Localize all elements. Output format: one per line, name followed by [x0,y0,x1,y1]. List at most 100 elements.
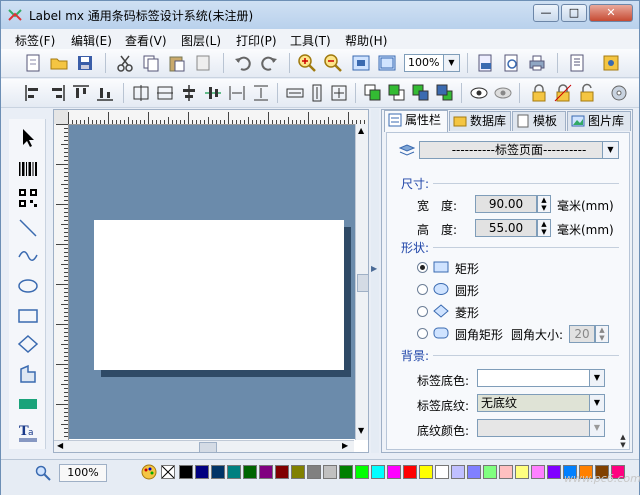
barcode-icon[interactable] [17,159,39,181]
color-swatch[interactable] [371,465,385,479]
color-swatch[interactable] [435,465,449,479]
color-swatch[interactable] [483,465,497,479]
distribute-horizontal-icon[interactable] [227,83,247,103]
color-swatch[interactable] [275,465,289,479]
center-x-icon[interactable] [179,83,199,103]
color-swatch[interactable] [515,465,529,479]
color-swatch[interactable] [451,465,465,479]
hide-icon[interactable] [493,83,513,103]
scroll-up-icon[interactable]: ▲ [358,126,364,135]
width-input[interactable]: 90.00 [475,195,537,213]
chevron-down-icon[interactable]: ▼ [589,419,605,437]
save-icon[interactable] [75,53,95,73]
properties-icon[interactable] [567,53,587,73]
scroll-right-icon[interactable]: ▶ [342,441,348,450]
bring-front-icon[interactable] [363,83,383,103]
color-swatch[interactable] [531,465,545,479]
color-swatch[interactable] [499,465,513,479]
line-tool-icon[interactable] [17,217,39,239]
scroll-left-icon[interactable]: ◀ [57,441,63,450]
redo-icon[interactable] [259,53,279,73]
color-swatch[interactable] [211,465,225,479]
align-top-icon[interactable] [71,83,91,103]
height-spinner[interactable]: ▲ ▼ [537,219,551,237]
same-height-icon[interactable] [307,83,327,103]
ellipse-tool-icon[interactable] [17,275,39,297]
tab-database[interactable]: 数据库 [449,111,511,131]
color-swatch[interactable] [323,465,337,479]
color-swatch[interactable] [307,465,321,479]
fill-block-icon[interactable] [17,393,39,415]
horizontal-scroll-thumb[interactable] [199,442,217,452]
pattern-color-picker[interactable] [477,419,605,437]
design-canvas[interactable]: ◀ ▶ ▲ ▼ [53,109,369,453]
tab-image-library[interactable]: 图片库 [567,111,631,131]
menu-label[interactable]: 标签(F) [15,32,55,49]
send-backward-icon[interactable] [435,83,455,103]
width-spinner[interactable]: ▲ ▼ [537,195,551,213]
new-file-icon[interactable] [23,53,43,73]
shape-rounded-rect-radio[interactable] [417,328,428,339]
vertical-scrollbar[interactable]: ▲ ▼ [355,124,368,440]
shape-rectangle-radio[interactable] [417,262,428,273]
maximize-button[interactable]: □ [561,4,587,22]
chevron-down-icon[interactable]: ▼ [589,394,605,412]
bg-color-picker[interactable] [477,369,605,387]
diamond-tool-icon[interactable] [17,333,39,355]
cut-icon[interactable] [115,53,135,73]
lock-all-icon[interactable] [553,83,573,103]
print-preview-icon[interactable] [501,53,521,73]
settings-icon[interactable] [601,53,621,73]
color-swatch[interactable] [195,465,209,479]
color-swatch[interactable] [387,465,401,479]
menu-tools[interactable]: 工具(T) [290,32,331,49]
tab-properties[interactable]: 属性栏 [384,110,448,132]
menu-layer[interactable]: 图层(L) [181,32,221,49]
same-width-icon[interactable] [285,83,305,103]
distribute-vertical-icon[interactable] [251,83,271,103]
title-bar[interactable]: Label mx 通用条码标签设计系统(未注册) — □ ✕ [1,1,639,29]
zoom-dropdown[interactable]: 100% ▼ [404,54,460,72]
same-size-icon[interactable] [329,83,349,103]
vertical-scroll-thumb[interactable] [357,274,368,292]
lock-icon[interactable] [529,83,549,103]
corner-size-input[interactable]: 20 [569,325,595,343]
center-vertical-icon[interactable] [155,83,175,103]
qr-code-icon[interactable] [17,187,39,209]
tab-template[interactable]: 模板 [512,111,566,131]
palette-icon[interactable] [141,464,157,480]
menu-view[interactable]: 查看(V) [125,32,167,49]
zoom-in-icon[interactable] [297,53,317,73]
unlock-icon[interactable] [577,83,597,103]
color-swatch[interactable] [227,465,241,479]
pointer-icon[interactable] [17,127,39,149]
shape-diamond-radio[interactable] [417,306,428,317]
send-back-icon[interactable] [387,83,407,103]
no-color-swatch[interactable] [161,465,175,479]
label-page[interactable] [94,220,344,370]
paste-icon[interactable] [167,53,187,73]
color-swatch[interactable] [339,465,353,479]
rectangle-tool-icon[interactable] [17,305,39,327]
color-swatch[interactable] [243,465,257,479]
align-left-icon[interactable] [23,83,43,103]
curve-tool-icon[interactable] [17,245,39,267]
zoom-icon[interactable] [35,465,51,481]
align-right-icon[interactable] [47,83,67,103]
minimize-button[interactable]: — [533,4,559,22]
color-swatch[interactable] [291,465,305,479]
delete-icon[interactable] [193,53,213,73]
corner-size-spinner[interactable]: ▲ ▼ [595,325,609,343]
menu-edit[interactable]: 编辑(E) [71,32,112,49]
workspace-area[interactable] [69,125,368,439]
color-swatch[interactable] [419,465,433,479]
color-swatch[interactable] [355,465,369,479]
shape-circle-radio[interactable] [417,284,428,295]
bg-pattern-dropdown[interactable]: 无底纹 [477,394,605,412]
collapse-arrow-icon[interactable]: ▶ [371,264,377,273]
object-selector[interactable]: ----------标签页面---------- ▼ [419,141,619,159]
menu-help[interactable]: 帮助(H) [345,32,387,49]
color-swatch[interactable] [179,465,193,479]
disk-icon[interactable] [609,83,629,103]
scroll-down-icon[interactable]: ▼ [358,426,364,435]
